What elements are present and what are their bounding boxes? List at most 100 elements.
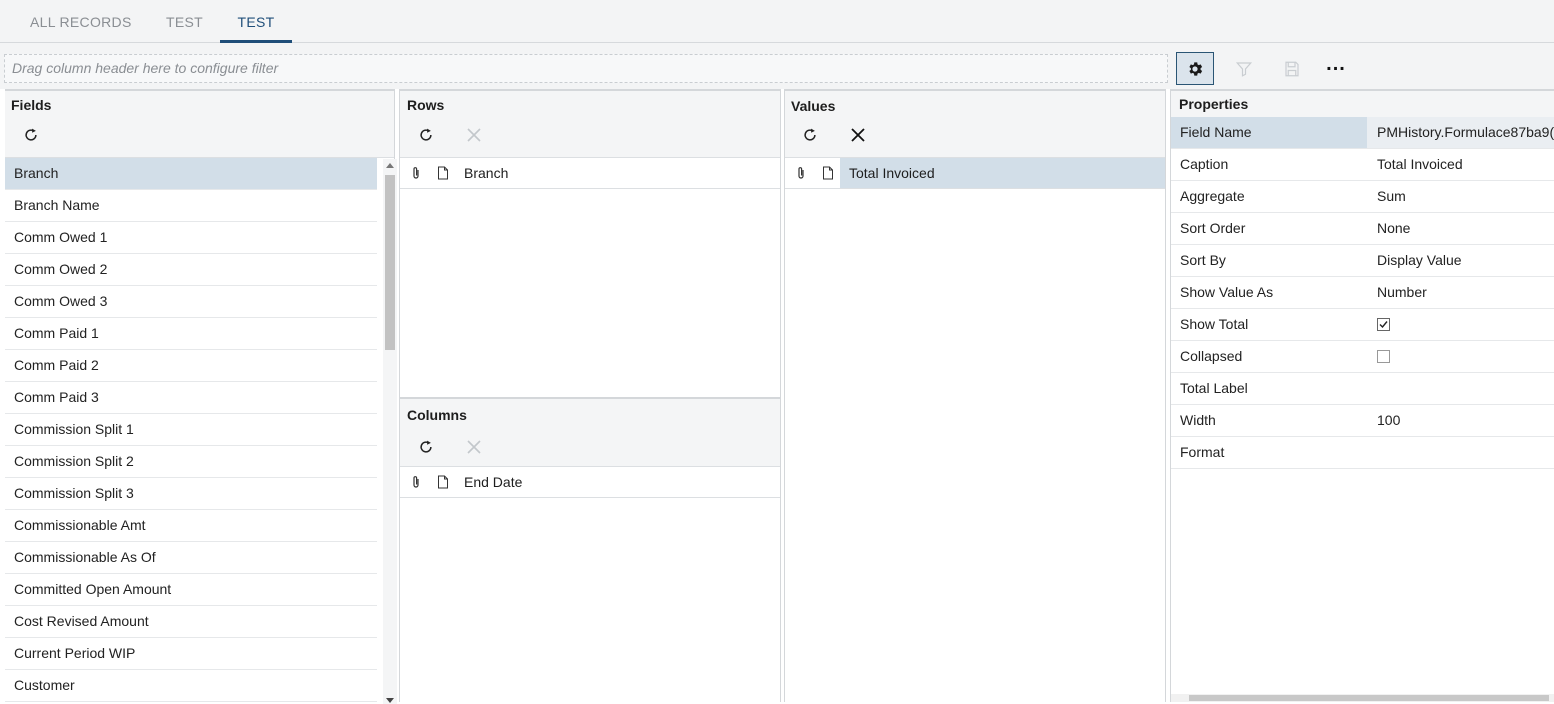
property-row[interactable]: Sort By Display Value: [1171, 245, 1554, 277]
property-row[interactable]: Total Label: [1171, 373, 1554, 405]
property-value[interactable]: Total Invoiced: [1367, 149, 1554, 180]
field-list-item[interactable]: Comm Owed 2: [5, 254, 377, 286]
property-value[interactable]: [1367, 373, 1554, 404]
attach-icon-wrap[interactable]: [410, 166, 422, 183]
more-button[interactable]: ...: [1317, 52, 1355, 85]
field-list-item[interactable]: Comm Paid 3: [5, 382, 377, 414]
check-icon: [1379, 321, 1388, 329]
fields-panel: Fields Branch Branch Name Comm Owed 1 Comm …: [5, 89, 397, 704]
scrollbar-thumb[interactable]: [385, 175, 395, 350]
field-list-item[interactable]: Comm Paid 1: [5, 318, 377, 350]
tab-bar: ALL RECORDS TEST TEST: [0, 0, 1554, 43]
field-list-item[interactable]: Current Period WIP: [5, 638, 377, 670]
field-list-item[interactable]: Comm Paid 2: [5, 350, 377, 382]
property-name: Show Value As: [1180, 284, 1274, 300]
columns-title: Columns: [407, 407, 467, 423]
checkbox-unchecked[interactable]: [1377, 350, 1390, 363]
refresh-icon: [804, 128, 816, 141]
property-name: Sort Order: [1180, 220, 1246, 236]
filter-drop-zone[interactable]: Drag column header here to configure fil…: [4, 54, 1168, 83]
close-icon: [851, 128, 865, 142]
columns-panel-header: Columns: [400, 399, 780, 467]
rows-panel: Rows Branch: [399, 89, 781, 398]
tab-test-2[interactable]: TEST: [220, 0, 292, 43]
field-list-item[interactable]: Comm Owed 3: [5, 286, 377, 318]
property-row[interactable]: Sort Order None: [1171, 213, 1554, 245]
document-icon-wrap[interactable]: [437, 475, 449, 492]
tab-test-1[interactable]: TEST: [148, 0, 221, 43]
field-list-item[interactable]: Commission Split 3: [5, 478, 377, 510]
scrollbar-thumb[interactable]: [1189, 695, 1549, 701]
filter-button[interactable]: [1225, 52, 1263, 85]
scroll-up-icon[interactable]: [386, 163, 394, 168]
values-list: Total Invoiced: [785, 158, 1165, 189]
values-title: Values: [791, 98, 836, 114]
field-list-item[interactable]: Branch Name: [5, 190, 377, 222]
close-icon: [467, 128, 481, 142]
columns-remove-button[interactable]: [462, 435, 486, 459]
fields-refresh-button[interactable]: [19, 123, 43, 147]
properties-title: Properties: [1179, 96, 1249, 112]
save-icon: [1285, 61, 1299, 76]
paperclip-icon: [413, 167, 419, 179]
columns-refresh-button[interactable]: [414, 435, 438, 459]
property-name: Field Name: [1171, 117, 1367, 148]
gear-icon: [1189, 61, 1203, 76]
document-icon-wrap[interactable]: [822, 166, 834, 183]
property-value[interactable]: Display Value: [1367, 245, 1554, 276]
property-value[interactable]: Number: [1367, 277, 1554, 308]
field-list-item[interactable]: Commission Split 2: [5, 446, 377, 478]
columns-list: End Date: [400, 467, 780, 498]
property-name: Caption: [1180, 156, 1229, 172]
fields-panel-header: Fields: [5, 91, 394, 158]
document-icon-wrap[interactable]: [437, 166, 449, 183]
rows-remove-button[interactable]: [462, 123, 486, 147]
property-row[interactable]: Collapsed: [1171, 341, 1554, 373]
property-value-cell[interactable]: [1367, 341, 1554, 372]
property-row[interactable]: Show Total: [1171, 309, 1554, 341]
field-list-item[interactable]: Customer: [5, 670, 377, 702]
document-icon: [438, 166, 448, 180]
values-refresh-button[interactable]: [798, 123, 822, 147]
field-list-item[interactable]: Commission Split 1: [5, 414, 377, 446]
rows-refresh-button[interactable]: [414, 123, 438, 147]
columns-field-item[interactable]: End Date: [400, 467, 780, 498]
refresh-icon: [420, 128, 432, 141]
field-list-item[interactable]: Committed Open Amount: [5, 574, 377, 606]
fields-scrollbar[interactable]: [383, 159, 397, 704]
rows-list: Branch: [400, 158, 780, 189]
attach-icon-wrap[interactable]: [410, 475, 422, 492]
field-list-item[interactable]: Branch: [5, 158, 377, 190]
values-remove-button[interactable]: [846, 123, 870, 147]
property-value[interactable]: 100: [1367, 405, 1554, 436]
property-value[interactable]: [1367, 437, 1554, 468]
property-value[interactable]: Sum: [1367, 181, 1554, 212]
property-name: Sort By: [1180, 252, 1226, 268]
property-name: Aggregate: [1180, 188, 1245, 204]
settings-button[interactable]: [1176, 52, 1214, 85]
property-value[interactable]: None: [1367, 213, 1554, 244]
refresh-icon: [25, 128, 37, 141]
property-row[interactable]: Width 100: [1171, 405, 1554, 437]
field-list-item[interactable]: Commissionable Amt: [5, 510, 377, 542]
property-value[interactable]: PMHistory.Formulace87ba9(: [1367, 117, 1554, 148]
rows-field-item[interactable]: Branch: [400, 158, 780, 189]
property-row[interactable]: Format: [1171, 437, 1554, 469]
values-field-item[interactable]: Total Invoiced: [785, 158, 1165, 189]
property-row[interactable]: Show Value As Number: [1171, 277, 1554, 309]
field-list-item[interactable]: Comm Owed 1: [5, 222, 377, 254]
field-list-item[interactable]: Cost Revised Amount: [5, 606, 377, 638]
property-row[interactable]: Aggregate Sum: [1171, 181, 1554, 213]
properties-header: Properties: [1171, 91, 1554, 117]
property-row[interactable]: Caption Total Invoiced: [1171, 149, 1554, 181]
scroll-down-icon[interactable]: [386, 698, 394, 703]
tab-all-records[interactable]: ALL RECORDS: [12, 0, 150, 43]
properties-hscrollbar[interactable]: [1171, 694, 1554, 702]
paperclip-icon: [413, 476, 419, 488]
property-row[interactable]: Field Name PMHistory.Formulace87ba9(: [1171, 117, 1554, 149]
save-button[interactable]: [1273, 52, 1311, 85]
property-value-cell[interactable]: [1367, 309, 1554, 340]
attach-icon-wrap[interactable]: [795, 166, 807, 183]
field-list-item[interactable]: Commissionable As Of: [5, 542, 377, 574]
checkbox-checked[interactable]: [1377, 318, 1390, 331]
